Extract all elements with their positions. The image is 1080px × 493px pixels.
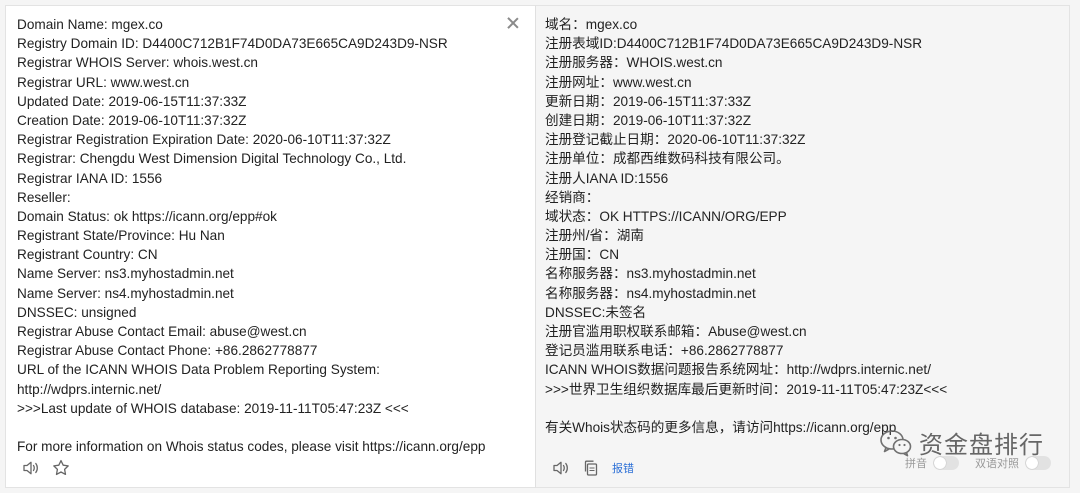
source-line: Name Server: ns3.myhostadmin.net xyxy=(17,266,234,282)
source-line: Domain Status: ok https://icann.org/epp#… xyxy=(17,208,277,224)
source-line: URL of the ICANN WHOIS Data Problem Repo… xyxy=(17,362,380,378)
source-line: Reseller: xyxy=(17,189,71,205)
translation-line: 域状态：OK HTTPS://ICANN/ORG/EPP xyxy=(545,208,787,224)
translation-line: 登记员滥用联系电话：+86.2862778877 xyxy=(545,343,784,359)
source-line: Domain Name: mgex.co xyxy=(17,17,163,32)
source-line: Registrar WHOIS Server: whois.west.cn xyxy=(17,55,258,71)
translation-line: >>>世界卫生组织数据库最后更新时间：2019-11-11T05:47:23Z<… xyxy=(545,381,948,397)
translation-line: 域名：mgex.co xyxy=(545,17,638,32)
source-line: Name Server: ns4.myhostadmin.net xyxy=(17,285,234,301)
translation-line: 注册登记截止日期：2020-06-10T11:37:32Z xyxy=(545,132,806,148)
translation-line: 经销商： xyxy=(545,189,600,205)
source-line: Registry Domain ID: D4400C712B1F74D0DA73… xyxy=(17,36,448,52)
source-line: http://wdprs.internic.net/ xyxy=(17,381,162,397)
source-line: Creation Date: 2019-06-10T11:37:32Z xyxy=(17,112,247,128)
source-line: Registrar Registration Expiration Date: … xyxy=(17,132,391,148)
translation-line: 注册单位：成都西维数码科技有限公司。 xyxy=(545,151,790,167)
star-icon[interactable] xyxy=(50,457,72,479)
close-icon[interactable] xyxy=(507,17,519,29)
translation-line: 注册州/省：湖南 xyxy=(545,228,644,244)
speaker-icon[interactable] xyxy=(20,457,42,479)
speaker-icon[interactable] xyxy=(550,457,572,479)
source-line: Registrant State/Province: Hu Nan xyxy=(17,228,225,244)
translation-line: 更新日期：2019-06-15T11:37:33Z xyxy=(545,93,752,109)
source-line: Registrar: Chengdu West Dimension Digita… xyxy=(17,151,407,167)
source-line: Registrar IANA ID: 1556 xyxy=(17,170,163,186)
source-line: Registrar Abuse Contact Email: abuse@wes… xyxy=(17,324,307,339)
translation-line: 注册官滥用职权联系邮箱：Abuse@west.cn xyxy=(545,324,807,339)
copy-icon[interactable] xyxy=(580,457,602,479)
translation-line: 注册服务器：WHOIS.west.cn xyxy=(545,55,723,71)
translation-line: 名称服务器：ns3.myhostadmin.net xyxy=(545,266,756,282)
translation-line: ICANN WHOIS数据问题报告系统网址：http://wdprs.inter… xyxy=(545,362,931,378)
source-line: >>>Last update of WHOIS database: 2019-1… xyxy=(17,400,409,416)
translation-line: 注册人IANA ID:1556 xyxy=(545,170,669,186)
translation-line: 创建日期：2019-06-10T11:37:32Z xyxy=(545,112,752,128)
source-line: Registrant Country: CN xyxy=(17,247,158,263)
wechat-icon xyxy=(880,429,912,456)
source-line: Registrar URL: www.west.cn xyxy=(17,74,190,90)
source-toolbar xyxy=(20,457,80,479)
translation-panel: 域名：mgex.co 注册表域ID:D4400C712B1F74D0DA73E6… xyxy=(536,5,1070,488)
translation-text-lines: 域名：mgex.co 注册表域ID:D4400C712B1F74D0DA73E6… xyxy=(545,15,1041,437)
watermark-text: 资金盘排行 xyxy=(919,431,1044,459)
translation-line: 名称服务器：ns4.myhostadmin.net xyxy=(545,285,756,301)
translation-toolbar: 报错 xyxy=(550,457,634,479)
source-line: Registrar Abuse Contact Phone: +86.28627… xyxy=(17,343,318,359)
translation-line: 注册国：CN xyxy=(545,247,620,263)
watermark: 资金盘排行 xyxy=(879,425,1044,460)
source-text-lines: Domain Name: mgex.co Registry Domain ID:… xyxy=(17,15,507,456)
source-text-panel: Domain Name: mgex.co Registry Domain ID:… xyxy=(5,5,536,488)
source-line: For more information on Whois status cod… xyxy=(17,439,486,455)
source-line: Updated Date: 2019-06-15T11:37:33Z xyxy=(17,93,247,109)
translation-line: DNSSEC:未签名 xyxy=(545,304,647,320)
translation-line: 注册网址：www.west.cn xyxy=(545,74,692,90)
report-error-link[interactable]: 报错 xyxy=(612,460,634,476)
source-line: DNSSEC: unsigned xyxy=(17,304,137,320)
translation-line: 注册表域ID:D4400C712B1F74D0DA73E665CA9D243D9… xyxy=(545,36,923,52)
